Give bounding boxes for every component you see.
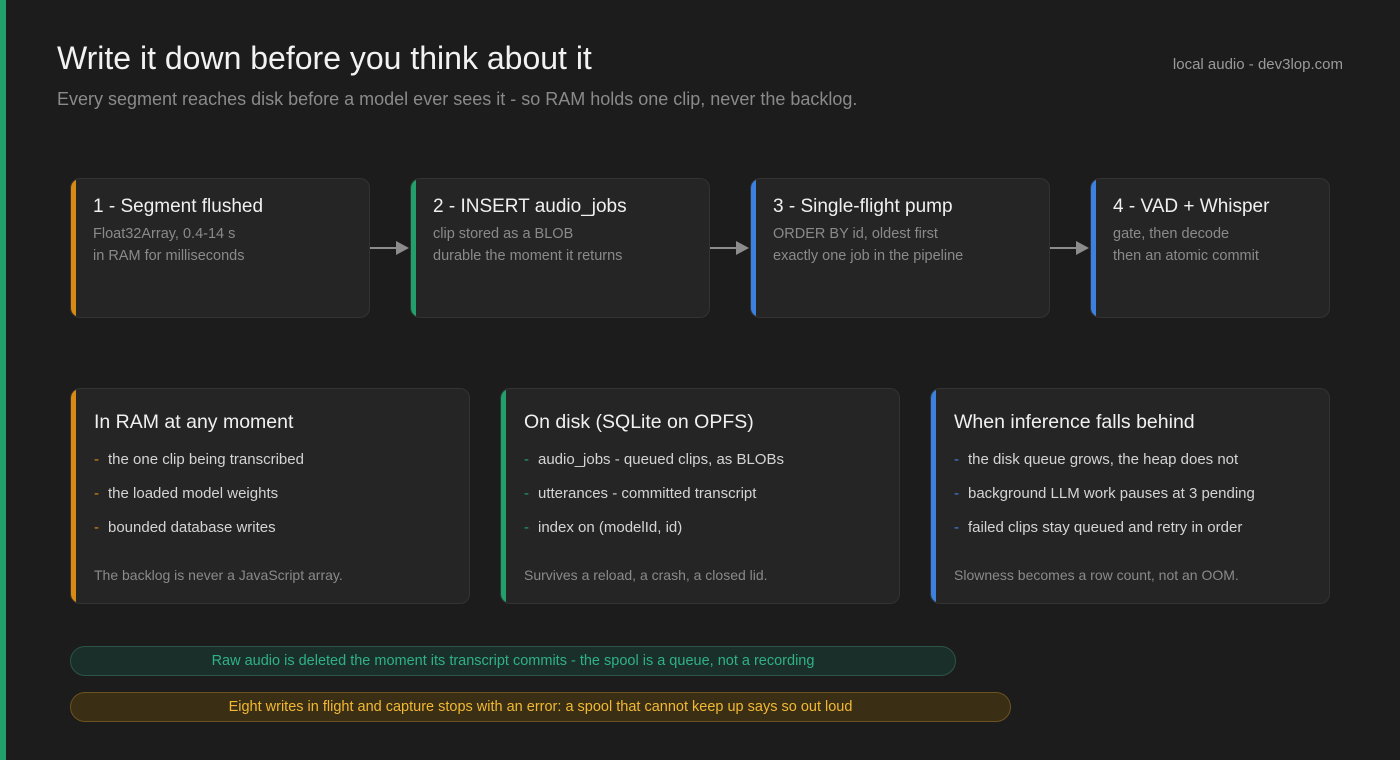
list-item: - audio_jobs - queued clips, as BLOBs: [524, 451, 784, 468]
step-accent-bar: [411, 179, 416, 317]
list-item-text: the one clip being transcribed: [108, 451, 304, 468]
bullet-dash: -: [524, 485, 529, 502]
site-label: local audio - dev3lop.com: [1172, 56, 1343, 73]
panel-title: When inference falls behind: [954, 411, 1195, 433]
step-detail: clip stored as a BLOB: [433, 226, 574, 242]
callout-capture-stops: Eight writes in flight and capture stops…: [70, 692, 1011, 722]
step-detail: durable the moment it returns: [433, 248, 623, 264]
step-detail: then an atomic commit: [1113, 248, 1259, 264]
step-accent-bar: [71, 179, 76, 317]
list-item-text: the loaded model weights: [108, 485, 279, 502]
step-detail: in RAM for milliseconds: [93, 248, 245, 264]
panel-title: On disk (SQLite on OPFS): [524, 411, 754, 433]
panel-accent-bar: [501, 389, 506, 603]
bullet-dash: -: [524, 451, 529, 468]
step-title: 4 - VAD + Whisper: [1113, 196, 1270, 217]
panel-footer: Survives a reload, a crash, a closed lid…: [524, 567, 768, 583]
panel-footer: The backlog is never a JavaScript array.: [94, 567, 343, 583]
list-item: - the one clip being transcribed: [94, 451, 304, 468]
step-title: 3 - Single-flight pump: [773, 196, 953, 217]
list-item-text: failed clips stay queued and retry in or…: [968, 519, 1243, 536]
step-detail: gate, then decode: [1113, 226, 1230, 242]
step-segment-flushed: 1 - Segment flushed Float32Array, 0.4-14…: [70, 178, 370, 318]
step-vad-whisper: 4 - VAD + Whisper gate, then decode then…: [1090, 178, 1330, 318]
list-item-text: bounded database writes: [108, 519, 276, 536]
panel-accent-bar: [71, 389, 76, 603]
page-subtitle: Every segment reaches disk before a mode…: [57, 89, 858, 109]
bullet-dash: -: [94, 519, 99, 536]
list-item: - the disk queue grows, the heap does not: [954, 451, 1238, 468]
panel-disk: On disk (SQLite on OPFS) - audio_jobs - q…: [500, 388, 900, 604]
bullet-dash: -: [954, 519, 959, 536]
list-item: - background LLM work pauses at 3 pending: [954, 485, 1255, 502]
list-item: - index on (modelId, id): [524, 519, 682, 536]
list-item-text: index on (modelId, id): [538, 519, 683, 536]
step-accent-bar: [1091, 179, 1096, 317]
panel-title: In RAM at any moment: [94, 411, 294, 433]
step-title: 1 - Segment flushed: [93, 196, 264, 217]
list-item: - bounded database writes: [94, 519, 276, 536]
accent-stripe: [0, 0, 6, 760]
step-insert-audio-jobs: 2 - INSERT audio_jobs clip stored as a B…: [410, 178, 710, 318]
list-item: - failed clips stay queued and retry in o…: [954, 519, 1242, 536]
step-detail: Float32Array, 0.4-14 s: [93, 226, 236, 242]
step-title: 2 - INSERT audio_jobs: [433, 196, 627, 217]
page-title: Write it down before you think about it: [57, 40, 592, 76]
panel-accent-bar: [931, 389, 936, 603]
bullet-dash: -: [954, 451, 959, 468]
panel-inference-behind: When inference falls behind - the disk qu…: [930, 388, 1330, 604]
list-item-text: audio_jobs - queued clips, as BLOBs: [538, 451, 784, 468]
bullet-dash: -: [954, 485, 959, 502]
bullet-dash: -: [94, 451, 99, 468]
arrow-right-icon: [710, 241, 749, 255]
list-item: - utterances - committed transcript: [524, 485, 756, 502]
list-item-text: background LLM work pauses at 3 pending: [968, 485, 1255, 502]
callout-raw-audio-deleted: Raw audio is deleted the moment its tran…: [70, 646, 956, 676]
arrow-right-icon: [370, 241, 409, 255]
panel-footer: Slowness becomes a row count, not an OOM…: [954, 567, 1239, 583]
step-detail: ORDER BY id, oldest first: [773, 226, 938, 242]
step-accent-bar: [751, 179, 756, 317]
panel-ram: In RAM at any moment - the one clip being…: [70, 388, 470, 604]
list-item-text: the disk queue grows, the heap does not: [968, 451, 1239, 468]
list-item-text: utterances - committed transcript: [538, 485, 757, 502]
bullet-dash: -: [94, 485, 99, 502]
step-single-flight-pump: 3 - Single-flight pump ORDER BY id, olde…: [750, 178, 1050, 318]
list-item: - the loaded model weights: [94, 485, 278, 502]
step-detail: exactly one job in the pipeline: [773, 248, 964, 264]
arrow-right-icon: [1050, 241, 1089, 255]
bullet-dash: -: [524, 519, 529, 536]
